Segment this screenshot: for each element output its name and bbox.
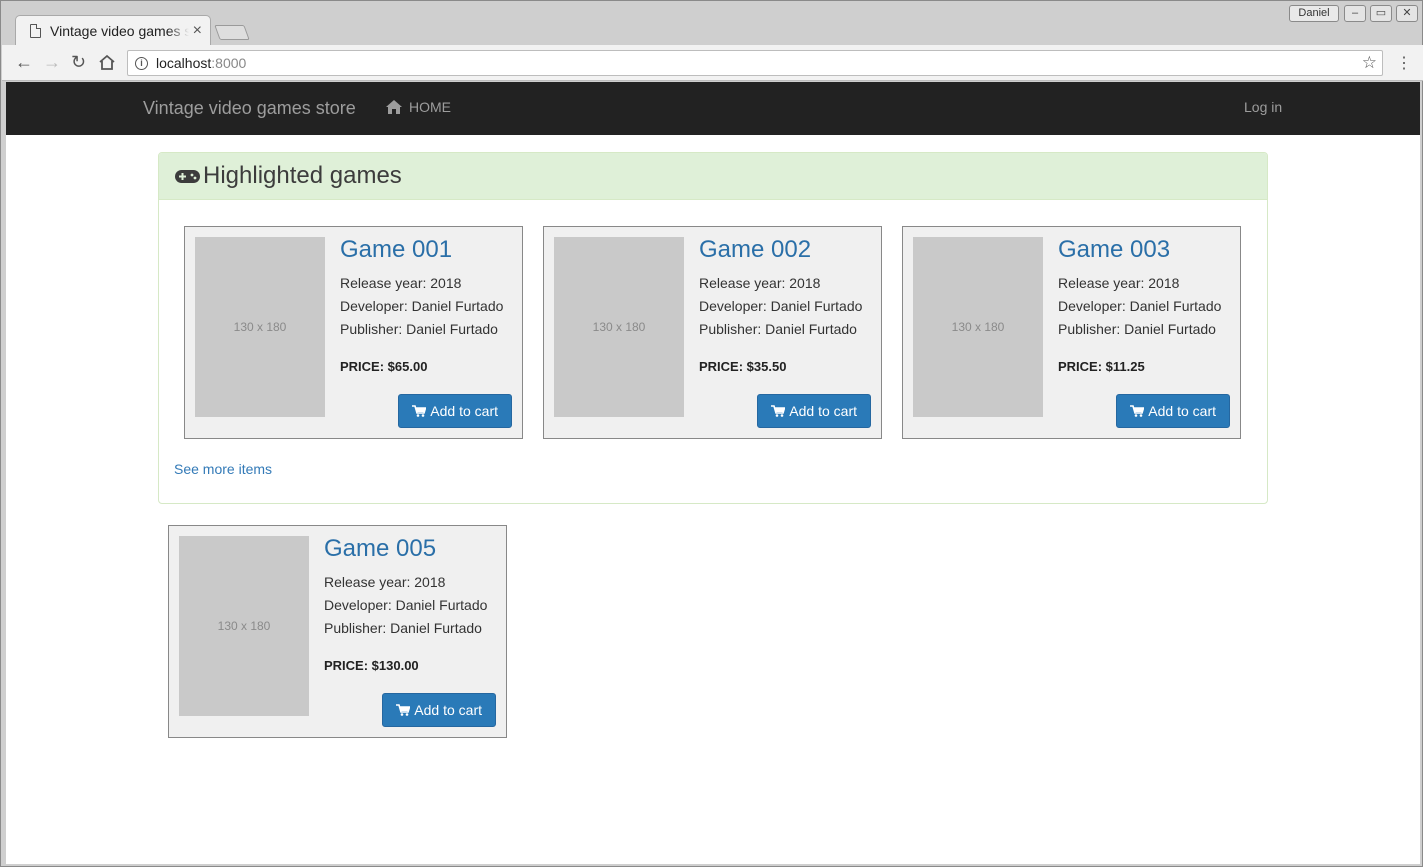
- nav-home-label: HOME: [409, 99, 451, 115]
- add-to-cart-label: Add to cart: [430, 403, 498, 419]
- gamepad-icon: [175, 170, 200, 183]
- game-card: 130 x 180 Game 002 Release year: 2018 De…: [543, 226, 882, 439]
- add-to-cart-button[interactable]: Add to cart: [1116, 394, 1230, 428]
- game-card: 130 x 180 Game 005 Release year: 2018 De…: [168, 525, 507, 738]
- release-year: Release year: 2018: [699, 275, 821, 291]
- game-card: 130 x 180 Game 003 Release year: 2018 De…: [902, 226, 1241, 439]
- price: PRICE: $65.00: [340, 359, 428, 374]
- panel-heading: Highlighted games: [159, 153, 1267, 200]
- game-title[interactable]: Game 002: [699, 236, 811, 264]
- cart-icon: [771, 405, 786, 417]
- forward-icon[interactable]: →: [43, 52, 61, 72]
- back-icon[interactable]: ←: [15, 52, 33, 72]
- info-icon[interactable]: i: [135, 56, 148, 70]
- cart-icon: [396, 704, 411, 716]
- bookmark-star-icon[interactable]: ☆: [1362, 53, 1377, 73]
- browser-tab[interactable]: Vintage video games store ×: [15, 15, 211, 46]
- tab-title: Vintage video games store: [50, 23, 189, 39]
- add-to-cart-button[interactable]: Add to cart: [757, 394, 871, 428]
- game-thumbnail[interactable]: 130 x 180: [913, 237, 1043, 417]
- browser-window: Vintage video games store × Daniel – ▭ ✕…: [0, 0, 1423, 867]
- game-thumbnail[interactable]: 130 x 180: [195, 237, 325, 417]
- price: PRICE: $130.00: [324, 658, 419, 673]
- developer: Developer: Daniel Furtado: [324, 597, 488, 613]
- add-to-cart-label: Add to cart: [1148, 403, 1216, 419]
- add-to-cart-button[interactable]: Add to cart: [398, 394, 512, 428]
- game-thumbnail[interactable]: 130 x 180: [179, 536, 309, 716]
- game-thumbnail[interactable]: 130 x 180: [554, 237, 684, 417]
- publisher: Publisher: Daniel Furtado: [1058, 321, 1216, 337]
- reload-icon[interactable]: ↻: [71, 52, 86, 72]
- site-navbar: Vintage video games store HOME Log in: [6, 82, 1420, 135]
- release-year: Release year: 2018: [1058, 275, 1180, 291]
- game-title[interactable]: Game 001: [340, 236, 452, 264]
- release-year: Release year: 2018: [340, 275, 462, 291]
- highlighted-games-panel: Highlighted games 130 x 180 Game 001 Rel…: [158, 152, 1268, 504]
- new-tab-button[interactable]: [214, 25, 250, 40]
- minimize-button[interactable]: –: [1344, 5, 1366, 22]
- window-close-button[interactable]: ✕: [1396, 5, 1418, 22]
- release-year: Release year: 2018: [324, 574, 446, 590]
- profile-button[interactable]: Daniel: [1289, 5, 1339, 22]
- tab-strip: Vintage video games store × Daniel – ▭ ✕: [1, 1, 1422, 46]
- price: PRICE: $11.25: [1058, 359, 1145, 374]
- developer: Developer: Daniel Furtado: [1058, 298, 1222, 314]
- developer: Developer: Daniel Furtado: [699, 298, 863, 314]
- publisher: Publisher: Daniel Furtado: [324, 620, 482, 636]
- developer: Developer: Daniel Furtado: [340, 298, 504, 314]
- maximize-button[interactable]: ▭: [1370, 5, 1392, 22]
- game-title[interactable]: Game 003: [1058, 236, 1170, 264]
- see-more-link[interactable]: See more items: [174, 461, 272, 477]
- site-brand[interactable]: Vintage video games store: [143, 98, 356, 119]
- cart-icon: [1130, 405, 1145, 417]
- publisher: Publisher: Daniel Furtado: [699, 321, 857, 337]
- home-icon: [386, 100, 402, 114]
- login-link[interactable]: Log in: [1244, 99, 1282, 115]
- add-to-cart-label: Add to cart: [414, 702, 482, 718]
- address-bar[interactable]: i localhost:8000 ☆: [127, 50, 1383, 76]
- game-title[interactable]: Game 005: [324, 535, 436, 563]
- tab-close-icon[interactable]: ×: [193, 23, 202, 39]
- home-page-icon[interactable]: [98, 54, 116, 71]
- add-to-cart-button[interactable]: Add to cart: [382, 693, 496, 727]
- browser-toolbar: ← → ↻ i localhost:8000 ☆ ⋮: [2, 45, 1423, 81]
- price: PRICE: $35.50: [699, 359, 787, 374]
- url-port: :8000: [211, 55, 247, 71]
- game-card: 130 x 180 Game 001 Release year: 2018 De…: [184, 226, 523, 439]
- url-host: localhost: [156, 55, 212, 71]
- panel-title: Highlighted games: [203, 162, 402, 189]
- browser-menu-icon[interactable]: ⋮: [1396, 53, 1412, 73]
- add-to-cart-label: Add to cart: [789, 403, 857, 419]
- cart-icon: [412, 405, 427, 417]
- page-viewport: Vintage video games store HOME Log in Hi…: [6, 82, 1420, 864]
- document-icon: [30, 24, 41, 38]
- nav-home-link[interactable]: HOME: [385, 99, 451, 115]
- publisher: Publisher: Daniel Furtado: [340, 321, 498, 337]
